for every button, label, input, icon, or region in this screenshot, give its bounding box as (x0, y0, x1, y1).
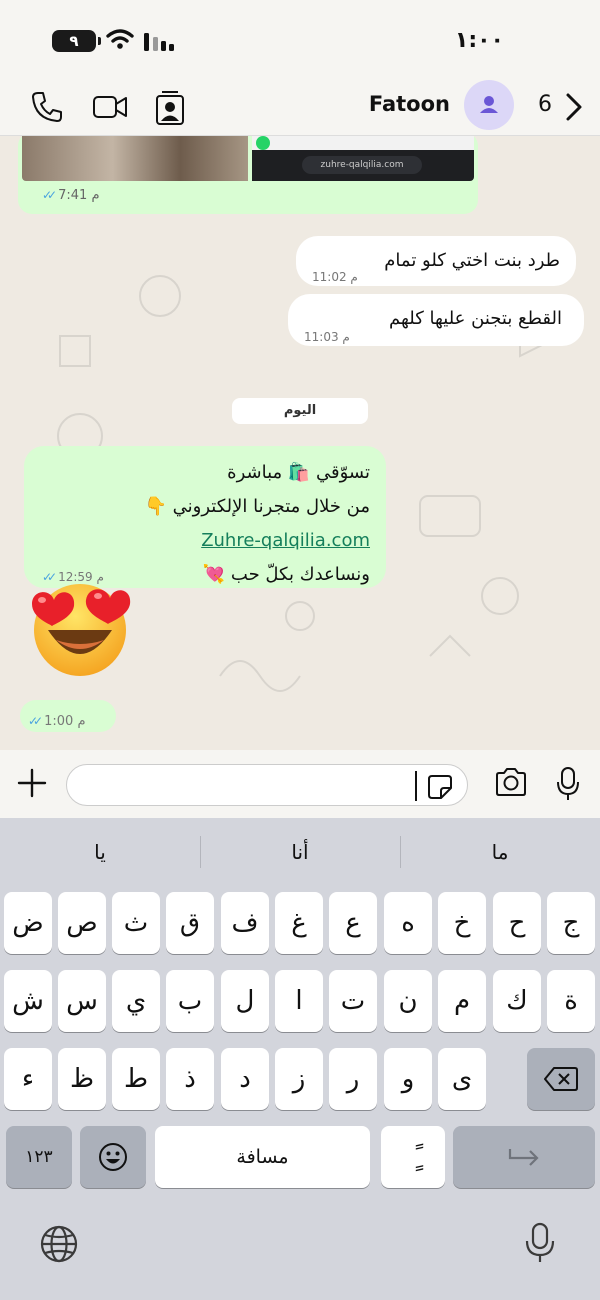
key[interactable]: ث (112, 892, 160, 954)
key[interactable]: ق (166, 892, 214, 954)
avatar[interactable] (464, 80, 514, 130)
heart-eyes-emoji[interactable] (26, 578, 134, 678)
status-time: ١:٠٠ (454, 28, 504, 53)
suggestion-3[interactable]: يا (0, 818, 200, 886)
sticker-icon[interactable] (427, 774, 453, 800)
whatsapp-icon (256, 136, 270, 150)
key[interactable]: ا (275, 970, 323, 1032)
suggestion-2[interactable]: أنا (200, 818, 400, 886)
chat-header: Fatoon 6 (0, 80, 600, 136)
tanween-key[interactable]: ًٍ (381, 1126, 445, 1188)
backspace-key[interactable] (527, 1048, 595, 1110)
message-composer (0, 750, 600, 818)
key[interactable]: ت (329, 970, 377, 1032)
key[interactable]: ء (4, 1048, 52, 1110)
message-time: 11:02 م (312, 270, 358, 284)
key[interactable]: و (384, 1048, 432, 1110)
chat-area[interactable]: zuhre-qalqilia.com ✓✓ 7:41 م طرد بنت اختي… (0, 136, 600, 750)
suggestion-1[interactable]: ما (400, 818, 600, 886)
return-key[interactable] (453, 1126, 595, 1188)
message-link[interactable]: Zuhre-qalqilia.com (201, 530, 370, 551)
space-key[interactable]: مسافة (155, 1126, 370, 1188)
key[interactable]: ز (275, 1048, 323, 1110)
key[interactable]: ض (4, 892, 52, 954)
key[interactable]: ش (4, 970, 52, 1032)
key[interactable]: ص (58, 892, 106, 954)
message-text: القطع بتجنن عليها كلهم (388, 308, 562, 329)
message-time: ✓✓ 1:00 م (28, 708, 86, 735)
key[interactable]: ظ (58, 1048, 106, 1110)
key[interactable]: ل (221, 970, 269, 1032)
message-time: ✓✓ 7:41 م (42, 188, 100, 203)
image-thumbnail[interactable] (22, 136, 248, 181)
person-icon (480, 96, 498, 113)
image-thumbnail-screenshot[interactable]: zuhre-qalqilia.com (252, 136, 474, 181)
key[interactable]: س (58, 970, 106, 1032)
key[interactable]: ع (329, 892, 377, 954)
read-ticks-icon: ✓✓ (42, 188, 57, 202)
plus-icon[interactable] (16, 767, 48, 799)
status-bar: ٩ ١:٠٠ (0, 0, 600, 80)
wifi-icon (106, 29, 134, 49)
message-text-line: تسوّقي 🛍️ مباشرة (227, 462, 370, 483)
message-text-line: من خلال متجرنا الإلكتروني 👇 (144, 496, 370, 517)
video-call-icon[interactable] (92, 90, 128, 124)
battery-icon: ٩ (52, 30, 101, 52)
dictation-microphone-icon[interactable] (525, 1222, 555, 1264)
return-icon (508, 1149, 539, 1166)
key[interactable]: ي (112, 970, 160, 1032)
key[interactable]: ط (112, 1048, 160, 1110)
incoming-message[interactable]: القطع بتجنن عليها كلهم 11:03 م (288, 294, 584, 346)
keyboard: ما أنا يا ج ح خ ه ع غ ف ق ث ص ض ة ك م ن … (0, 818, 600, 1300)
key[interactable]: ه (384, 892, 432, 954)
camera-icon[interactable] (494, 767, 528, 797)
read-ticks-icon: ✓✓ (28, 714, 43, 728)
numbers-key[interactable]: ١٢٣ (6, 1126, 72, 1188)
incoming-message[interactable]: طرد بنت اختي كلو تمام 11:02 م (296, 236, 576, 286)
key[interactable]: ى (438, 1048, 486, 1110)
contact-name[interactable]: Fatoon (369, 92, 450, 116)
key[interactable]: ك (493, 970, 541, 1032)
outgoing-message[interactable]: ✓✓ 1:00 م (20, 700, 116, 732)
message-text: طرد بنت اختي كلو تمام (384, 250, 560, 271)
microphone-icon[interactable] (556, 766, 580, 802)
text-caret (415, 771, 417, 801)
key[interactable]: ف (221, 892, 269, 954)
key[interactable]: ة (547, 970, 595, 1032)
key[interactable]: د (221, 1048, 269, 1110)
chevron-right-icon[interactable] (564, 92, 584, 122)
message-text-line: ونساعدك بكلّ حب 💘 (202, 564, 370, 585)
emoji-key[interactable] (80, 1126, 146, 1188)
phone-call-icon[interactable] (30, 90, 64, 124)
emoji-icon (99, 1143, 127, 1171)
date-divider: اليوم (232, 398, 368, 424)
key[interactable]: ر (329, 1048, 377, 1110)
message-time: 11:03 م (304, 330, 350, 344)
preview-url: zuhre-qalqilia.com (302, 156, 422, 174)
key[interactable]: م (438, 970, 486, 1032)
outgoing-message[interactable]: تسوّقي 🛍️ مباشرة من خلال متجرنا الإلكترو… (24, 446, 386, 588)
unread-count-badge[interactable]: 6 (538, 92, 552, 117)
contact-card-icon[interactable] (154, 90, 186, 126)
key[interactable]: غ (275, 892, 323, 954)
globe-icon[interactable] (39, 1224, 79, 1264)
backspace-icon (544, 1067, 578, 1091)
key[interactable]: خ (438, 892, 486, 954)
signal-icon (144, 33, 174, 51)
image-message[interactable]: zuhre-qalqilia.com ✓✓ 7:41 م (18, 136, 478, 214)
key[interactable]: ج (547, 892, 595, 954)
key[interactable]: ن (384, 970, 432, 1032)
key[interactable]: ذ (166, 1048, 214, 1110)
key[interactable]: ب (166, 970, 214, 1032)
message-input[interactable] (66, 764, 468, 806)
key[interactable]: ح (493, 892, 541, 954)
